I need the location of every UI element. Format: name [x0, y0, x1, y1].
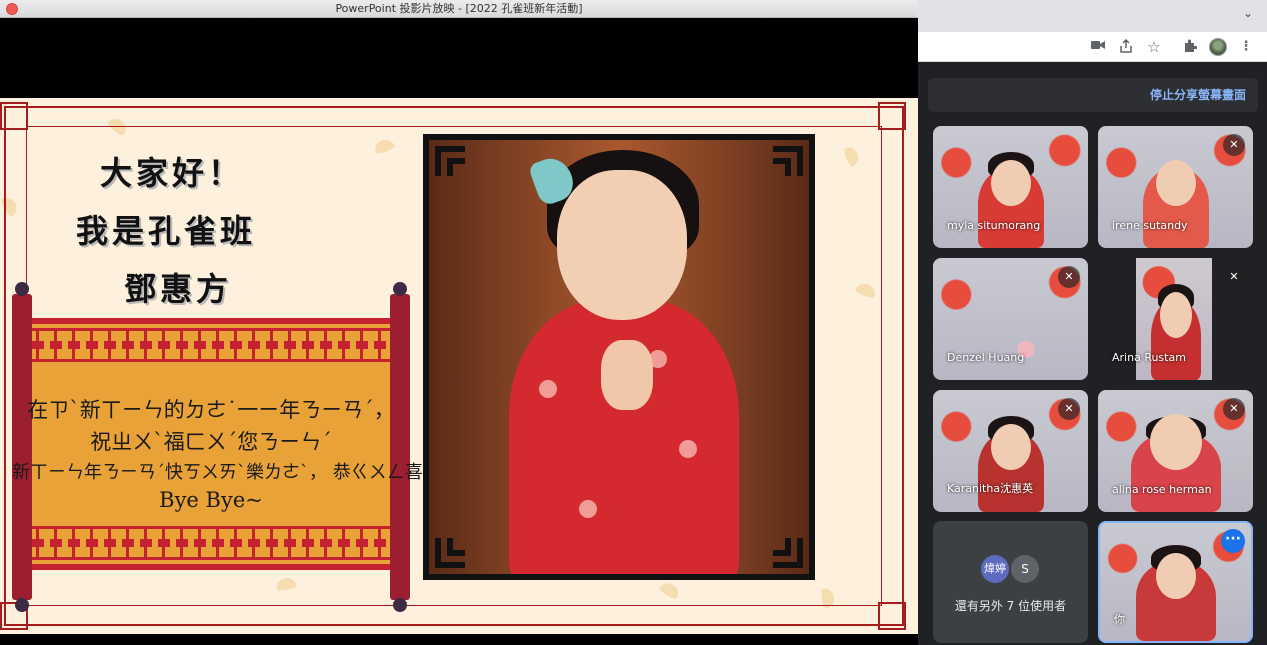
scroll-cap — [15, 282, 29, 296]
fret-pattern-top — [32, 328, 390, 362]
mic-off-icon: ✕ — [1223, 134, 1245, 156]
ppt-titlebar: PowerPoint 投影片放映 - [2022 孔雀班新年活動] — [0, 0, 918, 18]
mic-off-icon: ✕ — [1223, 266, 1245, 288]
presenting-bar: 停止分享螢幕畫面 — [928, 78, 1258, 112]
other-participants-label: 還有另外 7 位使用者 — [954, 599, 1067, 613]
wish-line-1: 在ㄗˋ新ㄒㄧㄣ的ㄉㄜ˙一ㄧ年ㄋㄧㄢˊ， — [27, 398, 395, 422]
participant-tile[interactable]: myla situmorang — [933, 126, 1088, 248]
menu-icon[interactable]: ⋮ — [1238, 39, 1254, 55]
wish-line-4: Bye Bye~ — [159, 488, 263, 512]
tab-search-chevron-icon[interactable]: ⌄ — [1243, 6, 1253, 20]
scroll-cap — [393, 282, 407, 296]
scroll-cap — [15, 598, 29, 612]
participant-tile[interactable]: ✕ alina rose herman — [1098, 390, 1253, 512]
more-options-icon[interactable]: ··· — [1221, 529, 1245, 553]
scroll-paper: 在ㄗˋ新ㄒㄧㄣ的ㄉㄜ˙一ㄧ年ㄋㄧㄢˊ， 祝ㄓㄨˋ福ㄈㄨˊ您ㄋㄧㄣˊ 新ㄒㄧㄣ年ㄋ… — [12, 318, 603, 570]
frame-corner — [878, 602, 906, 630]
corner-knot — [761, 134, 815, 188]
participant-name: myla situmorang — [947, 219, 1041, 232]
participant-tile[interactable]: ✕ Karanitha沈惠英 — [933, 390, 1088, 512]
participant-name: Arina Rustam — [1112, 351, 1186, 364]
wish-line-3: 新ㄒㄧㄣ年ㄋㄧㄢˊ快ㄎㄨㄞˋ樂ㄌㄜˋ， 恭ㄍㄨㄥ喜ㄒㄧˇ發ㄈㄚ財ㄘㄞˊ！ — [12, 462, 603, 483]
participant-tile[interactable]: ✕ Arina Rustam — [1098, 258, 1253, 380]
ppt-window-title: PowerPoint 投影片放映 - [2022 孔雀班新年活動] — [335, 2, 583, 15]
participant-name: irene sutandy — [1112, 219, 1188, 232]
desktop: PowerPoint 投影片放映 - [2022 孔雀班新年活動] 大家好！ 我… — [0, 0, 1267, 645]
child-face — [557, 170, 687, 320]
stop-sharing-button[interactable]: 停止分享螢幕畫面 — [1150, 78, 1246, 112]
participant-avatar: S — [1011, 555, 1039, 583]
corner-knot — [423, 134, 477, 188]
wish-line-2: 祝ㄓㄨˋ福ㄈㄨˊ您ㄋㄧㄣˊ — [90, 430, 332, 454]
self-view-tile[interactable]: ··· 你 — [1098, 521, 1253, 643]
chrome-tabbar: ⌄ — [918, 0, 1267, 32]
share-icon[interactable] — [1118, 38, 1134, 55]
child-photo — [429, 140, 809, 574]
profile-avatar[interactable] — [1209, 38, 1227, 56]
extension-icon[interactable] — [1182, 39, 1198, 55]
dress-flower — [579, 500, 597, 518]
frame-corner — [878, 102, 906, 130]
child-hands — [601, 340, 653, 410]
greeting-scroll: 在ㄗˋ新ㄒㄧㄣ的ㄉㄜ˙一ㄧ年ㄋㄧㄢˊ， 祝ㄓㄨˋ福ㄈㄨˊ您ㄋㄧㄣˊ 新ㄒㄧㄣ年ㄋ… — [10, 280, 603, 612]
other-participants-tile[interactable]: 煒婷 S 還有另外 7 位使用者 — [933, 521, 1088, 643]
mic-off-icon: ✕ — [1223, 398, 1245, 420]
participant-name: alina rose herman — [1112, 483, 1212, 496]
mic-off-icon: ✕ — [1058, 398, 1080, 420]
chrome-toolbar: ☆ ⋮ — [918, 32, 1267, 62]
powerpoint-window: PowerPoint 投影片放映 - [2022 孔雀班新年活動] 大家好！ 我… — [0, 0, 918, 645]
participant-avatar: 煒婷 — [981, 555, 1009, 583]
participant-tile[interactable]: ✕ irene sutandy — [1098, 126, 1253, 248]
child-photo-frame — [423, 134, 815, 580]
scroll-cap — [393, 598, 407, 612]
slideshow-bottom-bar — [0, 634, 918, 645]
participant-name: Karanitha沈惠英 — [947, 482, 1034, 495]
fret-pattern-bottom — [32, 526, 390, 560]
meet-window: ⌄ ☆ ⋮ 停止分享螢幕畫面 myla situmorang ✕ irene s… — [918, 0, 1267, 645]
self-label: 你 — [1114, 613, 1125, 626]
greeting-line-1: 大家好！ — [100, 154, 245, 192]
camera-icon[interactable] — [1090, 39, 1106, 55]
corner-knot — [423, 526, 477, 580]
participant-tile[interactable]: ✕ Denzel Huang — [933, 258, 1088, 380]
dress-flower — [679, 440, 697, 458]
dress-flower — [539, 380, 557, 398]
participant-name: Denzel Huang — [947, 351, 1025, 364]
frame-corner — [0, 102, 28, 130]
slide: 大家好！ 我是孔雀班 鄧惠方 在ㄗˋ新ㄒㄧㄣ的ㄉㄜ˙一ㄧ年ㄋㄧㄢˊ， 祝ㄓㄨˋ福… — [0, 98, 918, 634]
mic-off-icon: ✕ — [1058, 266, 1080, 288]
greeting-line-2: 我是孔雀班 — [76, 212, 257, 250]
corner-knot — [761, 526, 815, 580]
star-icon[interactable]: ☆ — [1146, 39, 1162, 55]
